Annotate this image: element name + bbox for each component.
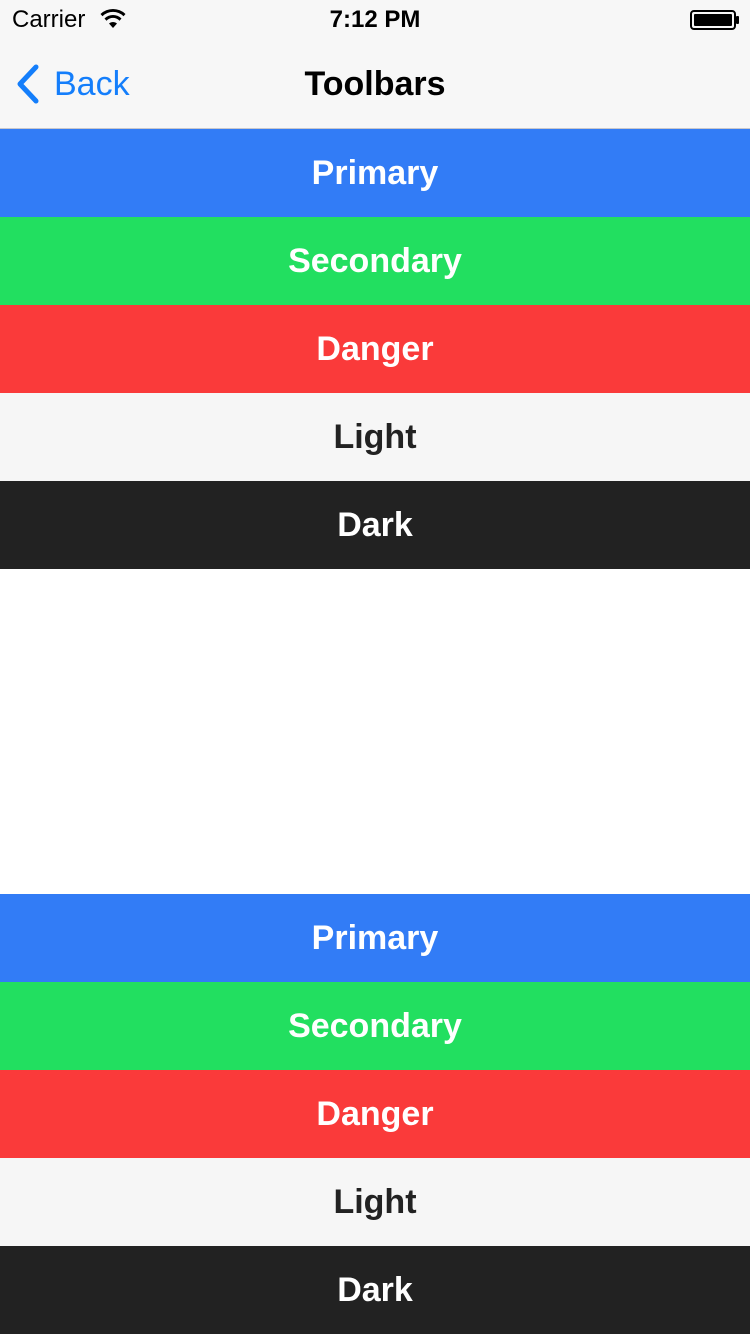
page-title: Toolbars: [304, 65, 446, 103]
toolbar-secondary[interactable]: Secondary: [0, 982, 750, 1070]
toolbar-label: Secondary: [288, 1006, 462, 1045]
toolbar-primary[interactable]: Primary: [0, 894, 750, 982]
navigation-bar: Back Toolbars: [0, 40, 750, 129]
toolbar-danger[interactable]: Danger: [0, 1070, 750, 1158]
toolbar-light[interactable]: Light: [0, 393, 750, 481]
top-toolbar-group: Primary Secondary Danger Light Dark: [0, 129, 750, 569]
toolbar-label: Secondary: [288, 241, 462, 280]
bottom-toolbar-group: Primary Secondary Danger Light Dark: [0, 894, 750, 1334]
toolbar-primary[interactable]: Primary: [0, 129, 750, 217]
toolbar-label: Danger: [316, 329, 434, 368]
status-bar: Carrier 7:12 PM: [0, 0, 750, 40]
toolbar-label: Light: [333, 1182, 417, 1221]
toolbar-dark[interactable]: Dark: [0, 1246, 750, 1334]
toolbar-light[interactable]: Light: [0, 1158, 750, 1246]
toolbar-label: Primary: [311, 153, 439, 192]
toolbar-label: Light: [333, 417, 417, 456]
toolbar-danger[interactable]: Danger: [0, 305, 750, 393]
toolbar-label: Danger: [316, 1094, 434, 1133]
toolbar-secondary[interactable]: Secondary: [0, 217, 750, 305]
toolbar-label: Dark: [337, 1270, 413, 1309]
toolbar-dark[interactable]: Dark: [0, 481, 750, 569]
status-time: 7:12 PM: [329, 6, 421, 33]
toolbar-label: Primary: [311, 918, 439, 957]
toolbar-label: Dark: [337, 505, 413, 544]
battery-icon: [690, 10, 739, 30]
